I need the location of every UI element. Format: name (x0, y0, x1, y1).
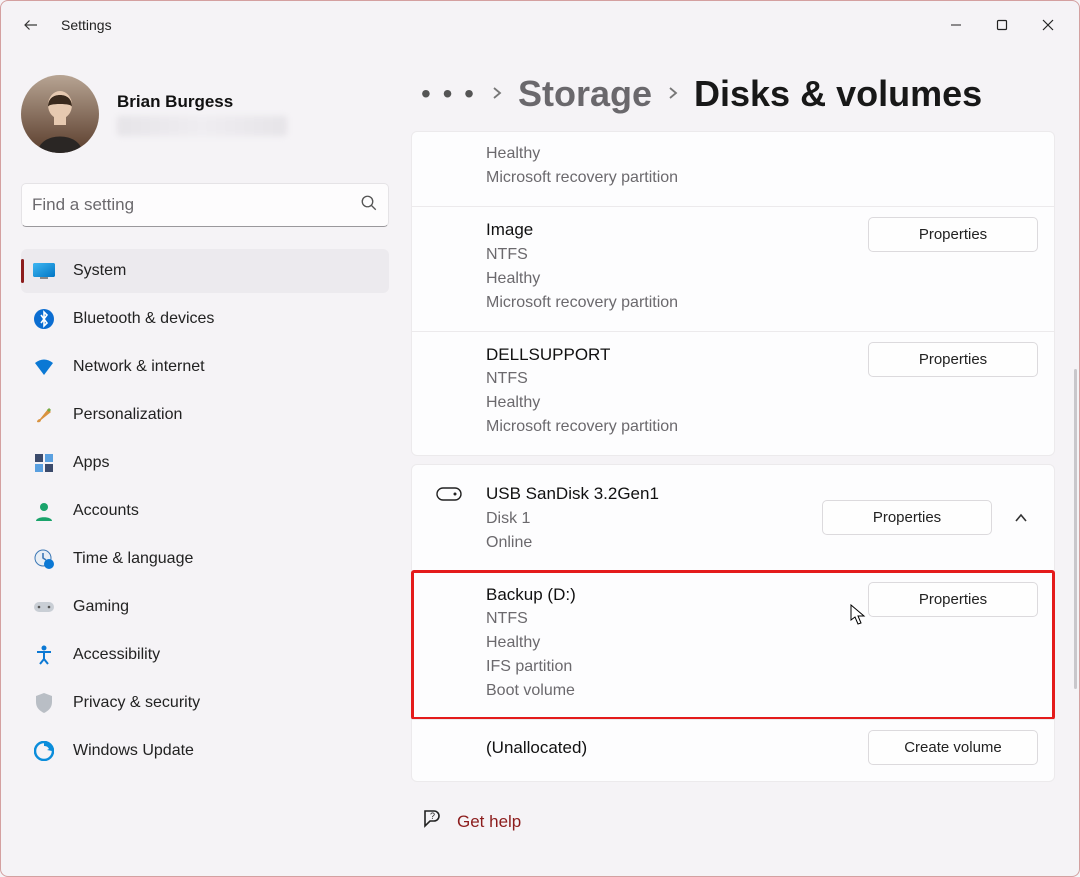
user-email-redacted (117, 116, 287, 136)
volume-line: IFS partition (486, 655, 576, 679)
window-title: Settings (61, 17, 112, 33)
close-button[interactable] (1025, 9, 1071, 41)
wifi-icon (33, 356, 55, 378)
sidebar-item-label: Network & internet (73, 358, 205, 376)
volume-row-unallocated[interactable]: (Unallocated) Create volume (412, 719, 1054, 781)
breadcrumb: • • • Storage Disks & volumes (411, 49, 1055, 131)
sidebar-item-label: Personalization (73, 406, 182, 424)
sidebar-item-bluetooth[interactable]: Bluetooth & devices (21, 297, 389, 341)
nav-list: System Bluetooth & devices Network & int… (21, 249, 389, 773)
disk-header-row[interactable]: USB SanDisk 3.2Gen1 Disk 1 Online Proper… (412, 465, 1054, 571)
breadcrumb-current: Disks & volumes (694, 73, 982, 115)
properties-button[interactable]: Properties (868, 217, 1038, 252)
sidebar-item-label: Accessibility (73, 646, 160, 664)
volumes-panel: Healthy Microsoft recovery partition Ima… (411, 131, 1055, 456)
gamepad-icon (33, 596, 55, 618)
title-bar: Settings (1, 1, 1079, 49)
volume-line: Boot volume (486, 679, 576, 703)
volume-row[interactable]: Healthy Microsoft recovery partition (412, 132, 1054, 206)
volume-line: Healthy (486, 267, 678, 291)
volume-title: Image (486, 217, 678, 243)
accessibility-icon (33, 644, 55, 666)
display-icon (33, 260, 55, 282)
user-name: Brian Burgess (117, 92, 287, 112)
mouse-cursor (850, 604, 866, 626)
search-box[interactable] (21, 183, 389, 227)
breadcrumb-overflow[interactable]: • • • (421, 78, 476, 110)
disk-title: USB SanDisk 3.2Gen1 (486, 481, 659, 507)
volume-line: NTFS (486, 367, 678, 391)
search-icon (360, 194, 378, 217)
create-volume-button[interactable]: Create volume (868, 730, 1038, 765)
help-icon: ? (421, 808, 443, 835)
sidebar-item-accessibility[interactable]: Accessibility (21, 633, 389, 677)
volume-title: DELLSUPPORT (486, 342, 678, 368)
volume-title: Backup (D:) (486, 582, 576, 608)
sidebar-item-label: Apps (73, 454, 109, 472)
get-help-link[interactable]: Get help (457, 812, 521, 832)
volume-line: NTFS (486, 243, 678, 267)
sidebar-item-label: Privacy & security (73, 694, 200, 712)
disk-line: Disk 1 (486, 507, 659, 531)
sidebar-item-label: Time & language (73, 550, 193, 568)
clock-globe-icon (33, 548, 55, 570)
volume-title: (Unallocated) (486, 735, 587, 761)
maximize-button[interactable] (979, 9, 1025, 41)
properties-button[interactable]: Properties (868, 342, 1038, 377)
paintbrush-icon (33, 404, 55, 426)
user-profile[interactable]: Brian Burgess (21, 65, 389, 177)
shield-icon (33, 692, 55, 714)
volume-line: Healthy (486, 631, 576, 655)
back-button[interactable] (9, 3, 53, 47)
svg-text:?: ? (430, 811, 435, 821)
sidebar-item-label: Windows Update (73, 742, 194, 760)
volume-line: NTFS (486, 607, 576, 631)
volume-line: Microsoft recovery partition (486, 415, 678, 439)
sidebar-item-time-language[interactable]: Time & language (21, 537, 389, 581)
sidebar: Brian Burgess System Bluetooth & devices… (1, 49, 401, 876)
search-input[interactable] (32, 195, 360, 215)
avatar (21, 75, 99, 153)
collapse-button[interactable] (1004, 501, 1038, 535)
sidebar-item-label: System (73, 262, 126, 280)
disk-panel: USB SanDisk 3.2Gen1 Disk 1 Online Proper… (411, 464, 1055, 782)
apps-icon (33, 452, 55, 474)
volume-row[interactable]: DELLSUPPORT NTFS Healthy Microsoft recov… (412, 331, 1054, 456)
sidebar-item-update[interactable]: Windows Update (21, 729, 389, 773)
breadcrumb-storage[interactable]: Storage (518, 73, 652, 115)
chevron-right-icon (666, 84, 680, 105)
sidebar-item-label: Gaming (73, 598, 129, 616)
chevron-right-icon (490, 84, 504, 105)
properties-button[interactable]: Properties (822, 500, 992, 535)
sidebar-item-system[interactable]: System (21, 249, 389, 293)
drive-icon (436, 487, 464, 506)
main-content: • • • Storage Disks & volumes Healthy Mi… (401, 49, 1079, 876)
volume-line: Healthy (486, 142, 678, 166)
sidebar-item-apps[interactable]: Apps (21, 441, 389, 485)
sidebar-item-accounts[interactable]: Accounts (21, 489, 389, 533)
sidebar-item-privacy[interactable]: Privacy & security (21, 681, 389, 725)
sidebar-item-label: Accounts (73, 502, 139, 520)
volume-row-backup[interactable]: Backup (D:) NTFS Healthy IFS partition B… (412, 571, 1054, 720)
sidebar-item-label: Bluetooth & devices (73, 310, 214, 328)
sidebar-item-network[interactable]: Network & internet (21, 345, 389, 389)
volume-line: Microsoft recovery partition (486, 166, 678, 190)
volume-line: Healthy (486, 391, 678, 415)
bluetooth-icon (33, 308, 55, 330)
volume-line: Microsoft recovery partition (486, 291, 678, 315)
volume-row[interactable]: Image NTFS Healthy Microsoft recovery pa… (412, 206, 1054, 331)
person-icon (33, 500, 55, 522)
sidebar-item-personalization[interactable]: Personalization (21, 393, 389, 437)
minimize-button[interactable] (933, 9, 979, 41)
disk-line: Online (486, 531, 659, 555)
sidebar-item-gaming[interactable]: Gaming (21, 585, 389, 629)
update-icon (33, 740, 55, 762)
properties-button[interactable]: Properties (868, 582, 1038, 617)
scrollbar[interactable] (1074, 369, 1077, 689)
help-row: ? Get help (411, 790, 1055, 835)
